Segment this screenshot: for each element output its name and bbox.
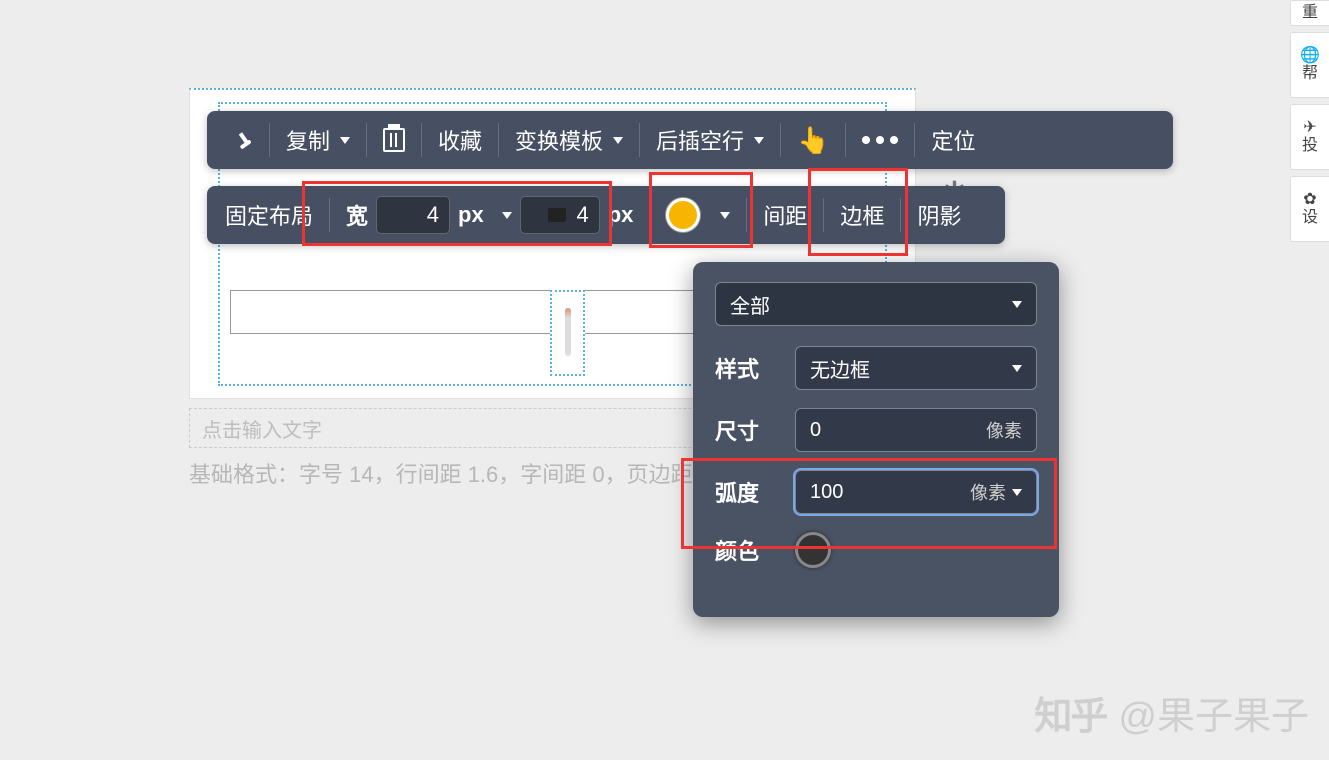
size-label: 尺寸 (715, 414, 795, 446)
dots-icon (862, 136, 898, 144)
chevron-down-icon[interactable] (502, 212, 512, 219)
favorite-button[interactable]: 收藏 (422, 111, 498, 169)
zhihu-logo: 知乎 (1034, 685, 1106, 740)
watermark: 知乎 @果子果子 (1034, 685, 1309, 740)
side-tab-1[interactable]: 🌐帮 (1290, 32, 1329, 98)
hand-icon: 👆 (797, 125, 829, 156)
style-label: 样式 (715, 352, 795, 384)
size-unit: 像素 (986, 417, 1022, 443)
color-swatch (666, 198, 700, 232)
border-button[interactable]: 边框 (824, 186, 900, 244)
format-info: 基础格式：字号 14，行间距 1.6，字间距 0，页边距 20 (189, 457, 723, 489)
width-unit: px (458, 202, 484, 228)
toolbar-main: 复制 收藏 变换模板 后插空行 👆 定位 (207, 111, 1173, 169)
chevron-down-icon (1012, 489, 1022, 496)
arc-input[interactable]: 100 像素 (795, 470, 1037, 514)
pin-button[interactable] (221, 111, 269, 169)
shadow-button[interactable]: 阴影 (901, 186, 977, 244)
rect-icon (548, 208, 566, 222)
height-input[interactable]: 4 (520, 196, 600, 234)
width-input[interactable]: 4 (376, 196, 450, 234)
side-tab-3[interactable]: ✿设 (1290, 176, 1329, 242)
color-label: 颜色 (715, 534, 795, 566)
resize-handle[interactable] (565, 308, 571, 356)
chevron-down-icon (1012, 365, 1022, 372)
fixed-layout-button[interactable]: 固定布局 (221, 186, 329, 244)
border-panel: 全部 样式 无边框 尺寸 0像素 弧度 100 像素 颜色 (693, 262, 1059, 617)
pointer-button[interactable]: 👆 (781, 111, 845, 169)
side-tab-0[interactable]: 重 (1290, 0, 1329, 26)
color-swatch-black (795, 532, 831, 568)
side-tab-2[interactable]: ✈投 (1290, 104, 1329, 170)
size-input[interactable]: 0像素 (795, 408, 1037, 452)
more-button[interactable] (846, 111, 914, 169)
insert-blank-button[interactable]: 后插空行 (640, 111, 780, 169)
chevron-down-icon (613, 137, 623, 144)
toolbar-format: 固定布局 宽 4 px 4 px 间距 边框 阴影 (207, 186, 1005, 244)
resize-handle-box[interactable] (550, 290, 585, 376)
height-unit: px (608, 202, 634, 228)
chevron-down-icon (720, 212, 730, 219)
style-select[interactable]: 无边框 (795, 346, 1037, 390)
placeholder-text: 点击输入文字 (202, 414, 322, 443)
chevron-down-icon (754, 137, 764, 144)
copy-button[interactable]: 复制 (270, 111, 366, 169)
chevron-down-icon (340, 137, 350, 144)
change-template-button[interactable]: 变换模板 (499, 111, 639, 169)
spacing-button[interactable]: 间距 (747, 186, 823, 244)
width-label: 宽 (346, 199, 368, 231)
color-picker[interactable] (650, 186, 746, 244)
color-swatch-button[interactable] (795, 532, 831, 568)
width-group: 宽 4 px 4 px (330, 186, 649, 244)
trash-icon (383, 128, 405, 152)
scope-select[interactable]: 全部 (715, 282, 1037, 326)
chevron-down-icon (1012, 301, 1022, 308)
arc-label: 弧度 (715, 476, 795, 508)
pin-icon (234, 129, 256, 151)
locate-button[interactable]: 定位 (915, 111, 991, 169)
delete-button[interactable] (367, 111, 421, 169)
